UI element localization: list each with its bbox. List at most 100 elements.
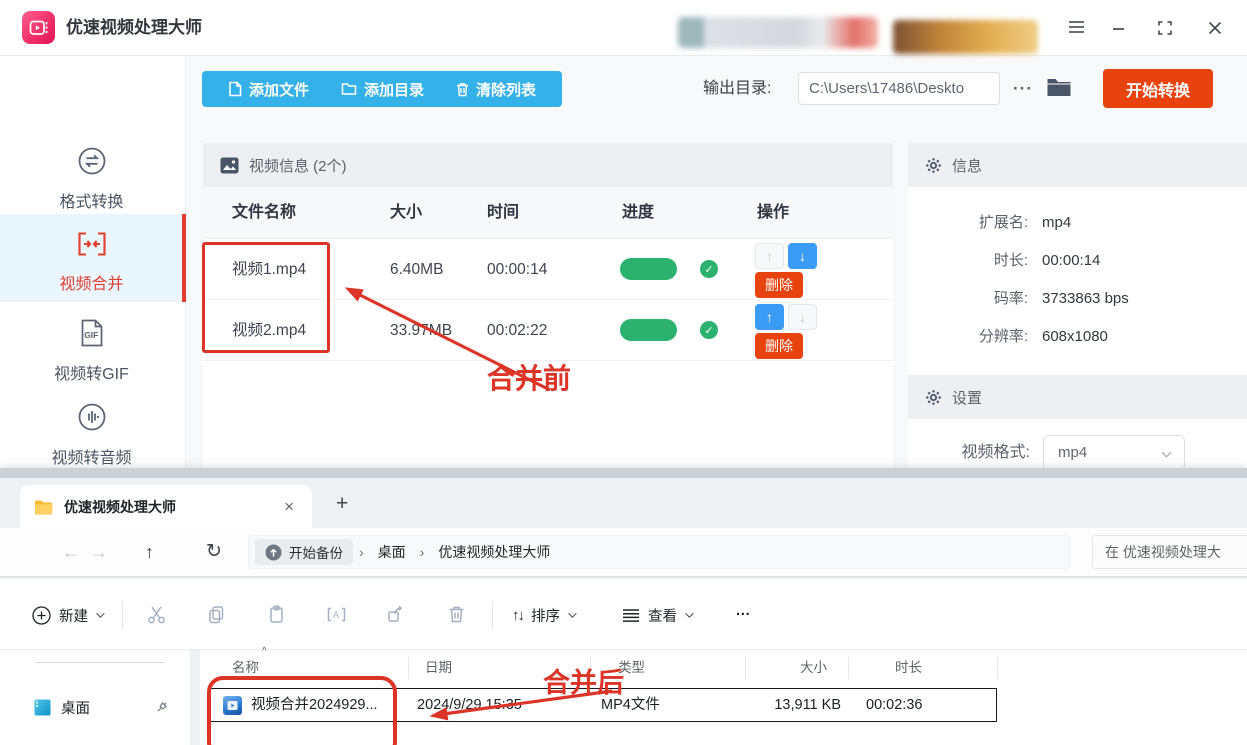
column-divider[interactable] <box>997 657 998 679</box>
col-type[interactable]: 类型 <box>618 654 645 682</box>
column-divider[interactable] <box>848 657 849 679</box>
table-row[interactable]: 视频2.mp4 33.97MB 00:02:22 ✓ ↑ ↓ 删除 <box>203 300 893 361</box>
clear-list-button[interactable]: 清除列表 <box>444 79 548 100</box>
desktop-label: 桌面 <box>61 697 90 718</box>
address-bar[interactable]: 开始备份 › 桌面 › 优速视频处理大师 <box>248 535 1070 569</box>
copy-icon[interactable] <box>206 604 227 625</box>
col-size[interactable]: 大小 <box>800 654 827 682</box>
svg-text:GIF: GIF <box>84 330 98 340</box>
video-format-label: 视频格式: <box>908 435 1030 471</box>
file-row-selected[interactable]: 视频合并2024929... 2024/9/29 15:35 MP4文件 13,… <box>210 688 997 722</box>
column-divider[interactable] <box>745 657 746 679</box>
paste-icon[interactable] <box>266 604 287 625</box>
delete-button[interactable]: 删除 <box>755 272 803 298</box>
check-circle-icon: ✓ <box>700 321 718 339</box>
chevron-down-icon <box>96 609 104 617</box>
breadcrumb-desktop[interactable]: 桌面 <box>370 542 414 562</box>
info-field: 码率:3733863 bps <box>908 285 1247 313</box>
sidebar-item-format-convert[interactable]: 格式转换 <box>0 142 183 210</box>
video-format-select[interactable]: mp4 <box>1043 435 1185 471</box>
share-icon[interactable] <box>386 604 407 625</box>
delete-button[interactable]: 删除 <box>755 333 803 359</box>
sidebar-item-label: 视频合并 <box>0 270 183 294</box>
refresh-button[interactable]: ↻ <box>206 528 222 576</box>
col-date[interactable]: 日期 <box>425 654 452 682</box>
video-info-header: 视频信息 (2个) <box>203 143 893 187</box>
tab-close-icon[interactable]: × <box>280 497 298 517</box>
add-file-button[interactable]: 添加文件 <box>216 79 321 100</box>
app-titlebar: 优速视频处理大师 <box>0 0 1247 56</box>
breadcrumb-current-folder[interactable]: 优速视频处理大师 <box>430 542 558 562</box>
panel-title: 设置 <box>952 387 982 408</box>
move-down-button[interactable]: ↓ <box>788 304 817 330</box>
tab-title: 优速视频处理大师 <box>64 497 269 517</box>
col-duration[interactable]: 时长 <box>895 654 922 682</box>
close-button[interactable] <box>1199 13 1231 43</box>
info-panel: 信息 扩展名:mp4 时长:00:00:14 码率:3733863 bps 分辨… <box>908 143 1247 478</box>
up-button[interactable]: ↑ <box>145 528 154 576</box>
screen: 优速视频处理大师 <box>0 0 1247 745</box>
sort-button[interactable]: ↑↓ 排序 <box>512 580 574 650</box>
forward-button[interactable]: → <box>90 528 108 576</box>
start-convert-button[interactable]: 开始转换 <box>1103 69 1213 108</box>
browse-more-button[interactable]: ··· <box>1008 72 1038 105</box>
breadcrumb-root[interactable]: 开始备份 <box>255 539 353 565</box>
sidebar-item-video-to-audio[interactable]: 视频转音频 <box>0 398 183 464</box>
sort-button-label: 排序 <box>531 605 560 626</box>
file-time: 00:02:22 <box>487 300 547 361</box>
redacted-user-info <box>678 17 878 48</box>
move-up-button[interactable]: ↑ <box>755 243 784 269</box>
back-button[interactable]: ← <box>62 528 80 576</box>
file-name: 视频2.mp4 <box>232 300 306 361</box>
trash-icon <box>456 82 469 97</box>
cut-icon[interactable] <box>146 604 167 625</box>
files-table-header: 文件名称 大小 时间 进度 操作 <box>203 187 893 239</box>
video-files-panel: 视频信息 (2个) 文件名称 大小 时间 进度 操作 视频1.mp4 6.40M… <box>203 143 893 478</box>
col-actions: 操作 <box>757 187 789 239</box>
chevron-down-icon <box>685 609 693 617</box>
maximize-button[interactable] <box>1149 13 1181 43</box>
breadcrumb-separator: › <box>357 544 366 560</box>
output-dir-label: 输出目录: <box>703 71 771 107</box>
gear-icon <box>925 389 942 406</box>
view-button[interactable]: 查看 <box>622 580 691 650</box>
svg-text:A: A <box>333 610 339 620</box>
minimize-button[interactable] <box>1102 13 1134 43</box>
explorer-sidebar: 桌面 <box>0 650 190 745</box>
app-window: 优速视频处理大师 <box>0 0 1247 478</box>
more-options-button[interactable]: ··· <box>736 580 751 650</box>
move-up-button[interactable]: ↑ <box>755 304 784 330</box>
rename-icon[interactable]: A <box>326 604 347 625</box>
explorer-tab[interactable]: 优速视频处理大师 × <box>20 485 312 528</box>
explorer-window: 优速视频处理大师 × + ← → ↑ ↻ 开始备份 › 桌面 › 优速视频处理 <box>0 468 1247 745</box>
move-down-button[interactable]: ↓ <box>788 243 817 269</box>
search-input[interactable] <box>1092 535 1247 569</box>
column-divider[interactable] <box>590 657 591 679</box>
info-field: 时长:00:00:14 <box>908 247 1247 275</box>
file-actions-toolbar: 添加文件 添加目录 清除列表 <box>202 71 562 107</box>
column-divider[interactable] <box>408 657 409 679</box>
app-title: 优速视频处理大师 <box>66 0 202 56</box>
col-name[interactable]: 名称 <box>232 654 259 682</box>
sidebar-scrollbar[interactable] <box>190 650 200 745</box>
sidebar-item-video-to-gif[interactable]: GIF 视频转GIF <box>0 314 183 380</box>
sort-ascending-indicator: ^ <box>262 647 267 657</box>
divider <box>492 601 493 629</box>
menu-icon[interactable] <box>1068 20 1085 34</box>
table-row[interactable]: 视频1.mp4 6.40MB 00:00:14 ✓ ↑ ↓ 删除 <box>203 239 893 300</box>
plus-circle-icon <box>32 606 51 625</box>
new-tab-button[interactable]: + <box>328 490 356 518</box>
output-dir-input[interactable] <box>798 72 1000 105</box>
new-button[interactable]: 新建 <box>32 580 102 650</box>
open-folder-button[interactable] <box>1046 76 1072 98</box>
image-icon <box>220 157 239 174</box>
delete-icon[interactable] <box>446 604 467 625</box>
sidebar-item-desktop[interactable]: 桌面 <box>14 690 180 724</box>
file-time: 00:00:14 <box>487 239 547 300</box>
chevron-down-icon <box>568 609 576 617</box>
sort-arrows-icon: ↑↓ <box>512 607 523 624</box>
file-date: 2024/9/29 15:35 <box>417 689 522 721</box>
sidebar-item-video-merge[interactable]: 视频合并 <box>0 214 183 302</box>
add-folder-button[interactable]: 添加目录 <box>329 79 436 100</box>
app-logo-icon <box>22 11 55 44</box>
